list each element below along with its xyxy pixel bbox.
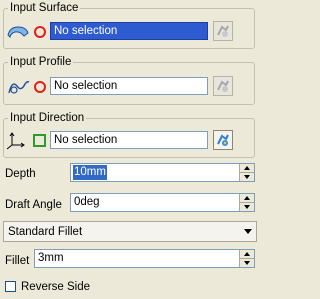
axis-icon (6, 132, 30, 150)
draft-angle-spinner[interactable]: 0deg (70, 193, 255, 212)
draft-angle-value[interactable]: 0deg (74, 195, 100, 210)
profile-curve-icon (6, 78, 30, 96)
fillet-increment-button[interactable] (239, 250, 254, 258)
optional-indicator-icon (33, 134, 46, 147)
reverse-side-label[interactable]: Reverse Side (21, 280, 90, 294)
fillet-spinner[interactable]: 3mm (34, 249, 255, 268)
input-surface-field[interactable]: No selection (50, 22, 208, 40)
required-indicator-icon (34, 26, 46, 38)
input-direction-group: Input Direction No selection (3, 111, 255, 158)
input-direction-title: Input Direction (8, 111, 87, 125)
draft-angle-spin-buttons (239, 194, 254, 211)
input-direction-row: No selection (4, 130, 254, 152)
input-surface-row: No selection (4, 21, 254, 43)
required-indicator-icon (34, 81, 46, 93)
input-profile-row: No selection (4, 76, 254, 98)
chevron-down-icon[interactable] (244, 229, 252, 234)
fillet-value[interactable]: 3mm (38, 251, 64, 266)
input-surface-title: Input Surface (8, 1, 81, 15)
depth-label: Depth (5, 168, 36, 180)
pick-profile-button[interactable] (213, 76, 233, 96)
draft-angle-increment-button[interactable] (239, 194, 254, 202)
fillet-type-dropdown[interactable]: Standard Fillet (3, 221, 257, 242)
pick-direction-button[interactable] (213, 130, 233, 150)
pick-surface-button[interactable] (213, 21, 233, 41)
input-profile-group: Input Profile No selection (3, 55, 255, 105)
fillet-type-value: Standard Fillet (8, 226, 83, 238)
fillet-spin-buttons (239, 250, 254, 267)
depth-increment-button[interactable] (239, 164, 254, 172)
reverse-side-checkbox[interactable] (5, 281, 16, 292)
depth-spin-buttons (239, 164, 254, 181)
surface-icon (6, 23, 30, 41)
input-surface-group: Input Surface No selection (3, 1, 255, 49)
input-direction-field[interactable]: No selection (50, 131, 208, 149)
fillet-label: Fillet (5, 255, 30, 267)
draft-angle-decrement-button[interactable] (239, 202, 254, 211)
input-profile-field[interactable]: No selection (50, 77, 208, 95)
input-profile-title: Input Profile (8, 55, 74, 69)
depth-decrement-button[interactable] (239, 172, 254, 181)
fillet-decrement-button[interactable] (239, 258, 254, 267)
draft-angle-label: Draft Angle (5, 199, 62, 211)
depth-value[interactable]: 10mm (73, 165, 107, 180)
depth-spinner[interactable]: 10mm (70, 163, 255, 182)
